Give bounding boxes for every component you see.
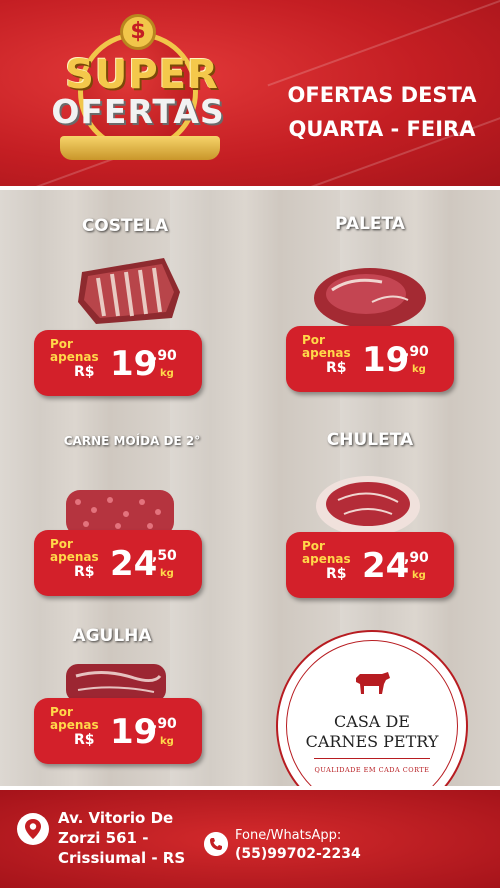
whatsapp-phone-icon [204, 832, 228, 856]
price-integer: 24 [362, 546, 410, 586]
offers-poster: $ SUPER OFERTAS OFERTAS DESTA QUARTA - F… [0, 0, 500, 888]
price-currency: R$ [74, 564, 95, 580]
price-decimal: ,90 [404, 550, 429, 566]
price-por-label: Por apenas [50, 338, 99, 364]
apenas-text: apenas [302, 552, 351, 566]
price-tag-carne-moida: Por apenas R$ 24 ,50 kg [34, 530, 202, 596]
price-currency: R$ [326, 360, 347, 376]
product-name-chuleta: CHULETA [326, 430, 414, 450]
price-decimal: ,90 [152, 348, 177, 364]
logo-divider [314, 758, 430, 759]
apenas-text: apenas [50, 550, 99, 564]
costela-meat-image [78, 258, 180, 324]
price-currency: R$ [74, 364, 95, 380]
phone-number[interactable]: (55)99702-2234 [235, 846, 361, 862]
price-por-label: Por apenas [302, 334, 351, 360]
price-unit: kg [412, 570, 426, 581]
dollar-icon: $ [120, 14, 156, 50]
header-title-line1: OFERTAS DESTA [287, 83, 477, 107]
price-por-label: Por apenas [302, 540, 351, 566]
logo-tagline: QUALIDADE EM CADA CORTE [314, 766, 430, 774]
price-unit: kg [160, 368, 174, 379]
price-integer: 19 [362, 340, 410, 380]
apenas-text: apenas [50, 350, 99, 364]
price-currency: R$ [326, 566, 347, 582]
product-name-costela: COSTELA [81, 216, 169, 236]
price-decimal: ,50 [152, 548, 177, 564]
logo-line2: CARNES PETRY [305, 732, 439, 751]
product-name-agulha: AGULHA [72, 626, 152, 646]
phone-label: Fone/WhatsApp: [235, 828, 342, 843]
product-name-paleta: PALETA [335, 214, 405, 234]
price-currency: R$ [74, 732, 95, 748]
price-integer: 19 [110, 712, 158, 752]
address-line3: Crissiumal - RS [58, 849, 186, 867]
cow-icon [356, 672, 390, 694]
header-title-line2: QUARTA - FEIRA [288, 117, 476, 141]
price-tag-chuleta: Por apenas R$ 24 ,90 kg [286, 532, 454, 598]
badge-ribbon [60, 136, 220, 160]
footer: Av. Vitorio De Zorzi 561 - Crissiumal - … [0, 790, 500, 888]
address: Av. Vitorio De Zorzi 561 - Crissiumal - … [58, 808, 185, 868]
price-unit: kg [160, 568, 174, 579]
location-pin-icon [17, 813, 49, 845]
price-por-label: Por apenas [50, 538, 99, 564]
address-line1: Av. Vitorio De [58, 809, 174, 827]
product-name-carne-moida: CARNE MOÍDA DE 2° [63, 434, 201, 448]
logo-line1: CASA DE [334, 712, 410, 731]
apenas-text: apenas [50, 718, 99, 732]
price-tag-agulha: Por apenas R$ 19 ,90 kg [34, 698, 202, 764]
header-banner: $ SUPER OFERTAS OFERTAS DESTA QUARTA - F… [0, 0, 500, 190]
apenas-text: apenas [302, 346, 351, 360]
paleta-meat-image [314, 268, 426, 328]
price-unit: kg [160, 736, 174, 747]
address-line2: Zorzi 561 - [58, 829, 149, 847]
price-integer: 24 [110, 544, 158, 584]
price-integer: 19 [110, 344, 158, 384]
price-tag-paleta: Por apenas R$ 19 ,90 kg [286, 326, 454, 392]
price-decimal: ,90 [404, 344, 429, 360]
price-decimal: ,90 [152, 716, 177, 732]
header-title: OFERTAS DESTA QUARTA - FEIRA [272, 78, 492, 146]
badge-ofertas-text: OFERTAS [51, 92, 225, 131]
super-ofertas-badge: $ SUPER OFERTAS [38, 14, 238, 174]
chuleta-meat-image [316, 476, 420, 536]
price-tag-costela: Por apenas R$ 19 ,90 kg [34, 330, 202, 396]
price-unit: kg [412, 364, 426, 375]
price-por-label: Por apenas [50, 706, 99, 732]
